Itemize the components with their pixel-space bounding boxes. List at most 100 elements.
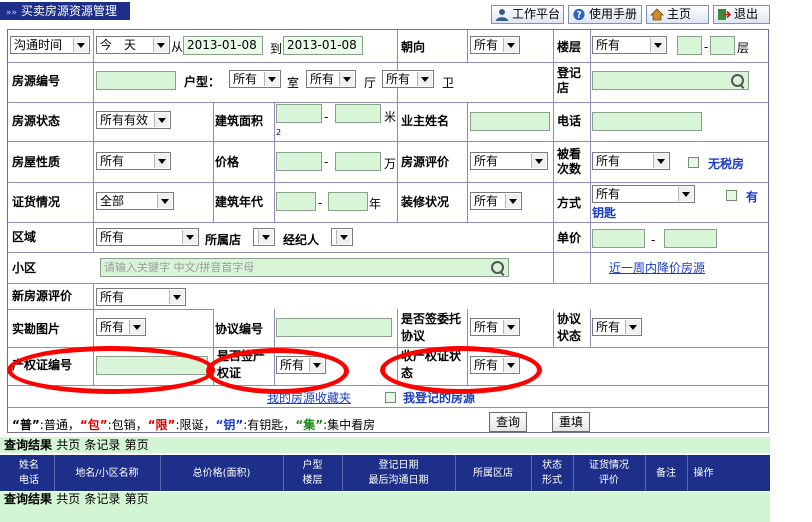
date-to-input[interactable]: 2013-01-08 — [283, 36, 363, 55]
photo-select[interactable]: 所有 — [96, 318, 146, 336]
bath-unit: 卫 — [442, 76, 455, 90]
column-header-line: 登记日期 — [378, 460, 419, 471]
agreement-status-select[interactable]: 所有 — [592, 318, 642, 336]
unit-price-label: 单价 — [557, 231, 582, 245]
column-header-line: 所属区店 — [473, 467, 513, 479]
cert-select[interactable]: 全部 — [96, 192, 174, 210]
row-divider — [8, 102, 768, 103]
query-button[interactable]: 查询 — [489, 412, 527, 432]
area-unit: 米 — [384, 110, 397, 124]
column-header: 姓名 电话 — [4, 455, 54, 491]
agreement-status-label: 协议 — [557, 312, 582, 326]
row-divider — [8, 309, 213, 310]
user-icon — [496, 9, 508, 21]
area-min-input[interactable] — [276, 104, 322, 123]
agreement-no-input[interactable] — [276, 318, 392, 337]
viewed-select[interactable]: 所有 — [592, 152, 670, 170]
status-select[interactable]: 所有有效 — [96, 111, 171, 129]
chevron-down-icon — [503, 38, 518, 52]
column-header: 证货情况 评价 — [573, 455, 645, 491]
search-icon[interactable] — [491, 261, 504, 274]
code-input[interactable] — [96, 71, 176, 90]
chevron-down-icon — [154, 154, 169, 168]
year-max-input[interactable] — [328, 192, 368, 211]
to-label: 到 — [270, 42, 283, 56]
col-divider — [467, 102, 468, 222]
signed-select[interactable]: 所有 — [470, 318, 520, 336]
new-eval-select[interactable]: 所有 — [96, 288, 186, 306]
chevron-down-icon — [264, 72, 279, 86]
price-drop-link[interactable]: 近一周内降价房源 — [609, 261, 705, 275]
phone-input[interactable] — [592, 112, 702, 131]
orientation-select[interactable]: 所有 — [470, 36, 520, 54]
community-label: 小区 — [12, 261, 37, 275]
owner-input[interactable] — [470, 112, 550, 131]
has-key-label: 有 — [746, 190, 759, 204]
floor-unit: 层 — [737, 41, 750, 55]
area-label: 建筑面积 — [215, 114, 264, 128]
my-reg-checkbox[interactable] — [385, 392, 396, 403]
method-label: 方式 — [557, 196, 582, 210]
chevron-down-icon — [157, 194, 172, 208]
col-divider — [93, 30, 94, 252]
annotation-oval — [7, 346, 215, 394]
logout-button[interactable]: 退出 — [713, 5, 770, 24]
floor-max-input[interactable] — [710, 36, 735, 55]
has-key-checkbox[interactable] — [726, 190, 737, 201]
manual-button[interactable]: ? 使用手册 — [568, 5, 642, 24]
column-header: 户型 楼层 — [283, 455, 342, 491]
row-divider — [8, 283, 768, 284]
method-select[interactable]: 所有 — [592, 185, 695, 203]
decor-select[interactable]: 所有 — [470, 192, 522, 210]
district-select[interactable]: 所有 — [96, 228, 199, 246]
year-min-input[interactable] — [276, 192, 316, 211]
year-label: 建筑年代 — [215, 195, 264, 209]
row-divider — [8, 141, 768, 142]
community-input[interactable]: 请输入关键字 中文/拼音首字母 — [100, 258, 509, 277]
price-separator: - — [324, 155, 329, 169]
results-summary-top: 查询结果 共页 条记录 第页 — [0, 437, 770, 453]
date-range-select[interactable]: 今 天 — [96, 36, 170, 54]
column-header-line: 形式 — [542, 475, 562, 486]
chevron-down-icon — [625, 320, 640, 334]
signed-label-2: 协议 — [401, 329, 426, 343]
floor-min-input[interactable] — [677, 36, 702, 55]
row-divider — [8, 222, 768, 223]
column-header-line: 户型 — [302, 460, 323, 471]
store-select[interactable] — [253, 228, 275, 246]
column-header: 状态 形式 — [531, 455, 573, 491]
agent-select[interactable] — [331, 228, 353, 246]
code-label: 房源编号 — [12, 74, 61, 88]
no-tax-checkbox[interactable] — [688, 157, 699, 168]
row-divider — [8, 62, 768, 63]
district-label: 区域 — [12, 230, 37, 244]
column-header-line: 楼层 — [302, 475, 323, 486]
help-icon: ? — [573, 8, 585, 21]
home-button[interactable]: 主页 — [646, 5, 709, 24]
time-type-select[interactable]: 沟通时间 — [10, 36, 90, 54]
workbench-button[interactable]: 工作平台 — [491, 5, 564, 24]
column-header: 地名/小区名称 — [54, 455, 160, 491]
bath-select[interactable]: 所有 — [382, 70, 434, 88]
col-divider — [397, 30, 398, 222]
hall-select[interactable]: 所有 — [306, 70, 356, 88]
unit-price-max-input[interactable] — [664, 229, 717, 248]
room-select[interactable]: 所有 — [229, 70, 281, 88]
reg-store-input[interactable] — [592, 71, 749, 90]
floor-select[interactable]: 所有 — [592, 36, 667, 54]
search-icon[interactable] — [731, 74, 744, 87]
reset-button[interactable]: 重填 — [552, 412, 590, 432]
price-max-input[interactable] — [335, 152, 381, 171]
column-header: 所属区店 — [455, 455, 531, 491]
area-max-input[interactable] — [335, 104, 381, 123]
eval-select[interactable]: 所有 — [470, 152, 548, 170]
chevron-down-icon — [531, 154, 546, 168]
col-divider — [213, 102, 214, 222]
new-eval-label: 新房源评价 — [12, 289, 73, 303]
chevron-down-icon — [182, 230, 197, 244]
price-min-input[interactable] — [276, 152, 322, 171]
search-form: 沟通时间 今 天 从 2013-01-08 到 2013-01-08 朝向 所有… — [7, 29, 769, 433]
date-from-input[interactable]: 2013-01-08 — [183, 36, 263, 55]
unit-price-min-input[interactable] — [592, 229, 645, 248]
nature-select[interactable]: 所有 — [96, 152, 171, 170]
